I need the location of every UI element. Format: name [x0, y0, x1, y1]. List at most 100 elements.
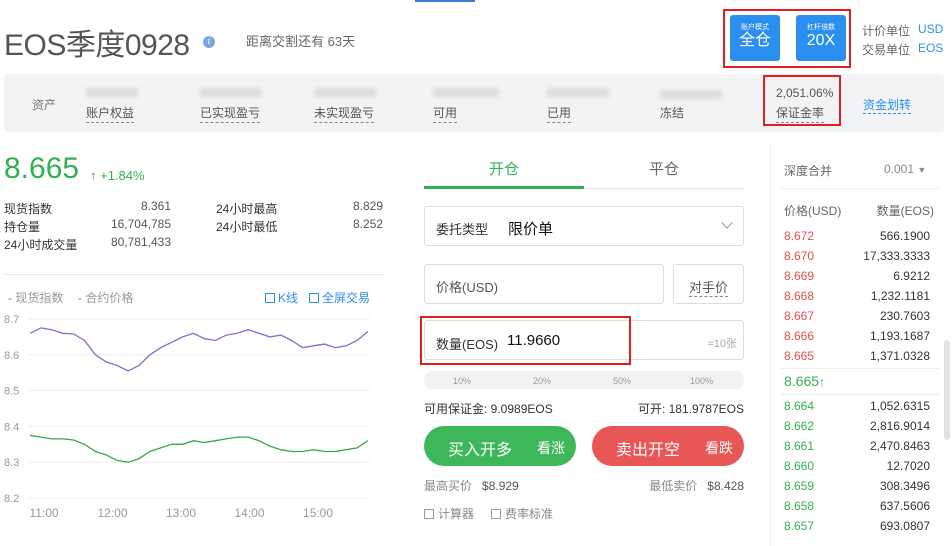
active-nav-indicator [415, 0, 475, 2]
leverage-button[interactable]: 杠杆倍数 20X [796, 15, 846, 61]
stat-label: 24小时最高 [216, 202, 278, 216]
price-change: ↑ +1.84% [90, 168, 145, 183]
asset-value-blurred [200, 88, 262, 97]
kline-icon [265, 293, 275, 303]
best-ask: 最低卖价 $8.428 [649, 479, 744, 493]
orderbook-header-divider [780, 188, 940, 189]
percent-option[interactable]: 20% [533, 376, 551, 386]
quantity-hint: ≈10张 [707, 338, 737, 350]
account-mode-label: 账户模式 [741, 24, 769, 31]
x-tick-label: 11:00 [29, 506, 58, 520]
fullscreen-link[interactable]: 全屏交易 [309, 289, 370, 306]
asset-value-blurred [660, 90, 722, 99]
bid-row[interactable]: 8.658 637.5606 [784, 499, 930, 519]
percent-option[interactable]: 10% [453, 376, 471, 386]
percent-option[interactable]: 100% [690, 376, 713, 386]
bid-row[interactable]: 8.661 2,470.8463 [784, 439, 930, 459]
account-mode-button[interactable]: 账户模式 全仓 [730, 15, 780, 61]
leverage-label: 杠杆倍数 [807, 24, 835, 31]
bid-row[interactable]: 8.662 2,816.9014 [784, 419, 930, 439]
asset-value-blurred [86, 88, 138, 97]
fund-transfer-link[interactable]: 资金划转 [863, 96, 912, 114]
calculator-icon [424, 509, 434, 519]
y-tick-label: 8.7 [4, 314, 19, 326]
series-line [29, 327, 369, 372]
margin-ratio-label: 保证金率 [776, 104, 825, 123]
buy-long-label: 买入开多 [448, 442, 513, 459]
x-tick-label: 12:00 [97, 506, 127, 520]
asset-value-blurred [314, 88, 376, 97]
up-arrow-icon: ↑ [90, 168, 97, 183]
asset-frozen: 冻结 [660, 106, 685, 120]
chevron-down-icon [721, 217, 733, 229]
percent-option[interactable]: 50% [613, 376, 631, 386]
series-line [29, 434, 369, 463]
kline-link[interactable]: K线 [265, 289, 298, 306]
ask-row[interactable]: 8.666 1,193.1687 [784, 329, 930, 349]
ask-row[interactable]: 8.668 1,232.1181 [784, 289, 930, 309]
col-price-header: 价格(USD) [784, 204, 842, 218]
sell-short-sub: 看跌 [705, 440, 733, 456]
orderbook-mid-price: 8.665↑ [784, 373, 826, 389]
tab-open-underline [424, 186, 584, 189]
asset-used: 已用 [547, 104, 572, 123]
stat-value: 80,781,433 [110, 235, 171, 249]
y-tick-label: 8.3 [4, 457, 19, 469]
trading-unit-value[interactable]: EOS [918, 41, 943, 55]
tab-baseline [584, 188, 744, 189]
best-bid: 最高买价 $8.929 [424, 479, 519, 493]
col-qty-header: 数量(EOS) [876, 204, 934, 218]
depth-merge-label: 深度合并 [784, 164, 833, 178]
y-tick-label: 8.5 [4, 386, 19, 398]
fullscreen-icon [309, 293, 319, 303]
calculator-link[interactable]: 计算器 [424, 505, 474, 522]
orderbook-mid-divider [780, 394, 940, 395]
sell-short-label: 卖出开空 [616, 442, 681, 459]
chart-divider [4, 274, 384, 275]
sell-short-button[interactable]: 卖出开空 看跌 [592, 426, 744, 466]
price-placeholder: 价格(USD) [436, 280, 499, 295]
percent-slider[interactable]: 10% 20% 50% 100% [424, 371, 744, 389]
stat-label: 持仓量 [4, 220, 41, 234]
ask-row[interactable]: 8.665 1,371.0328 [784, 349, 930, 369]
bid-row[interactable]: 8.657 693.0807 [784, 519, 930, 539]
depth-merge-select[interactable]: 0.001 ▼ [884, 162, 926, 176]
asset-available: 可用 [433, 104, 458, 123]
y-tick-label: 8.6 [4, 350, 19, 362]
pricing-unit-value[interactable]: USD [918, 22, 943, 36]
account-mode-value: 全仓 [738, 32, 771, 49]
can-open-amount: 可开: 181.9787EOS [637, 402, 744, 416]
asset-equity: 账户权益 [86, 104, 135, 123]
order-type-select[interactable]: 委托类型 限价单 [424, 206, 744, 246]
info-icon[interactable]: i [203, 36, 215, 48]
tab-close-position[interactable]: 平仓 [584, 158, 744, 179]
available-margin: 可用保证金: 9.0989EOS [424, 402, 553, 416]
buy-long-button[interactable]: 买入开多 看涨 [424, 426, 576, 466]
stat-label: 24小时成交量 [4, 238, 78, 252]
fee-standard-link[interactable]: 费率标准 [491, 505, 553, 522]
asset-unrealized-pnl: 未实现盈亏 [314, 104, 375, 123]
bid-row[interactable]: 8.659 308.3496 [784, 479, 930, 499]
tab-open-position[interactable]: 开仓 [424, 158, 584, 179]
up-arrow-icon: ↑ [819, 375, 826, 389]
orderbook-divider [770, 145, 771, 546]
quantity-highlight-box [420, 316, 631, 365]
scrollbar[interactable] [944, 340, 950, 440]
ask-row[interactable]: 8.672 566.1900 [784, 229, 930, 249]
ask-row[interactable]: 8.667 230.7603 [784, 309, 930, 329]
caret-down-icon: ▼ [917, 165, 927, 175]
stat-value: 8.252 [352, 217, 383, 231]
asset-realized-pnl: 已实现盈亏 [200, 104, 261, 123]
bid-row[interactable]: 8.664 1,052.6315 [784, 399, 930, 419]
asset-label: 资产 [32, 98, 57, 112]
counterparty-price-button[interactable]: 对手价 [673, 264, 744, 304]
price-chart[interactable]: 8.7 8.6 8.5 8.4 8.3 8.2 11:00 12:00 13:00 14:00 15… [0, 305, 384, 530]
bid-row[interactable]: 8.660 12.7020 [784, 459, 930, 479]
stat-label: 24小时最低 [216, 220, 278, 234]
stat-value: 16,704,785 [110, 217, 171, 231]
last-price: 8.665 [4, 152, 80, 185]
price-input[interactable]: 价格(USD) [424, 264, 664, 304]
ask-row[interactable]: 8.670 17,333.3333 [784, 249, 930, 269]
order-type-value: 限价单 [508, 221, 554, 238]
ask-row[interactable]: 8.669 6.9212 [784, 269, 930, 289]
